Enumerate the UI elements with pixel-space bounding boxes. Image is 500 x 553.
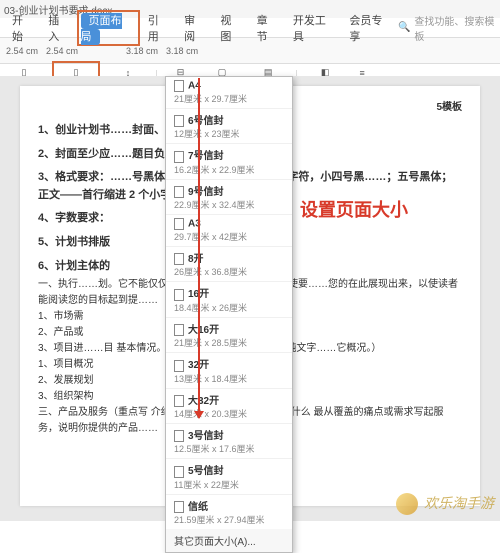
dropdown-item-10[interactable]: 3号信封 12.5厘米 x 17.6厘米 [166, 424, 292, 459]
menu-insert[interactable]: 插入 [40, 10, 76, 46]
menu-highlight-box: 页面布局 [77, 10, 140, 46]
page-icon [174, 501, 184, 513]
size-dim: 21厘米 x 29.7厘米 [174, 94, 247, 104]
search-icon: 🔍 [398, 22, 410, 33]
dropdown-item-9[interactable]: 大32开 14厘米 x 20.3厘米 [166, 389, 292, 424]
page-icon [174, 289, 184, 301]
page-icon [174, 360, 184, 372]
dropdown-item-6[interactable]: 16开18.4厘米 x 26厘米 [166, 282, 292, 317]
page-icon [174, 324, 184, 336]
page-icon [174, 253, 184, 265]
size-name: 7号信封 [188, 151, 224, 162]
watermark: 欢乐淘手游 [396, 493, 494, 515]
menu-page-layout[interactable]: 页面布局 [81, 13, 122, 45]
size-dim: 21厘米 x 28.5厘米 [174, 338, 247, 348]
search-placeholder: 查找功能、搜索模板 [414, 13, 496, 43]
size-dim: 29.7厘米 x 42厘米 [174, 232, 247, 242]
margin-left2[interactable]: 2.54 cm [46, 46, 78, 56]
menu-vip[interactable]: 会员专享 [341, 10, 398, 46]
menu-devtools[interactable]: 开发工具 [285, 10, 342, 46]
size-dim: 12.5厘米 x 17.6厘米 [174, 444, 255, 454]
size-dim: 12厘米 x 23厘米 [174, 129, 240, 139]
dropdown-more-sizes[interactable]: 其它页面大小(A)... [166, 529, 292, 552]
size-dim: 13厘米 x 18.4厘米 [174, 374, 247, 384]
menu-review[interactable]: 审阅 [176, 10, 212, 46]
size-dim: 16.2厘米 x 22.9厘米 [174, 165, 255, 175]
size-name: 大32开 [188, 396, 219, 407]
paper-size-dropdown: A421厘米 x 29.7厘米 6号信封 12厘米 x 23厘米 7号信封 16.2厘米… [165, 76, 293, 553]
size-name: 3号信封 [188, 431, 224, 442]
margin-right[interactable]: 3.18 cm [126, 46, 158, 56]
page-icon [174, 186, 184, 198]
watermark-text: 欢乐淘手游 [424, 495, 494, 511]
margin-right2[interactable]: 3.18 cm [166, 46, 198, 56]
size-name: 6号信封 [188, 116, 224, 127]
size-name: 信纸 [188, 502, 208, 513]
page-icon [174, 80, 184, 92]
margin-left[interactable]: 2.54 cm [6, 46, 38, 56]
annotation-text: 设置页面大小 [300, 196, 408, 222]
size-dim: 26厘米 x 36.8厘米 [174, 267, 247, 277]
page-icon [174, 430, 184, 442]
dropdown-item-3[interactable]: 9号信封 22.9厘米 x 32.4厘米 [166, 180, 292, 215]
menu-sections[interactable]: 章节 [249, 10, 285, 46]
dropdown-item-0[interactable]: A421厘米 x 29.7厘米 [166, 77, 292, 109]
size-name: 大16开 [188, 325, 219, 336]
size-name: 5号信封 [188, 466, 224, 477]
dropdown-item-12[interactable]: 信纸 21.59厘米 x 27.94厘米 [166, 495, 292, 529]
menu-bar: 开始 插入 页面布局 引用 审阅 视图 章节 开发工具 会员专享 🔍 查找功能、… [0, 18, 500, 38]
page-icon [174, 115, 184, 127]
search-area[interactable]: 🔍 查找功能、搜索模板 [398, 13, 496, 43]
dropdown-item-2[interactable]: 7号信封 16.2厘米 x 22.9厘米 [166, 144, 292, 179]
dropdown-item-1[interactable]: 6号信封 12厘米 x 23厘米 [166, 109, 292, 144]
page-icon [174, 466, 184, 478]
size-dim: 22.9厘米 x 32.4厘米 [174, 200, 255, 210]
menu-view[interactable]: 视图 [212, 10, 248, 46]
menu-references[interactable]: 引用 [140, 10, 176, 46]
size-name: 8开 [188, 254, 204, 265]
dropdown-item-5[interactable]: 8开 26厘米 x 36.8厘米 [166, 247, 292, 282]
size-dim: 14厘米 x 20.3厘米 [174, 409, 247, 419]
watermark-logo-icon [396, 493, 418, 515]
size-name: 9号信封 [188, 187, 224, 198]
size-dim: 21.59厘米 x 27.94厘米 [174, 515, 265, 525]
page-icon [174, 395, 184, 407]
dropdown-item-8[interactable]: 32开13厘米 x 18.4厘米 [166, 353, 292, 388]
menu-start[interactable]: 开始 [4, 10, 40, 46]
size-dim: 11厘米 x 22厘米 [174, 480, 239, 490]
dropdown-item-4[interactable]: A329.7厘米 x 42厘米 [166, 215, 292, 247]
annotation-arrow [198, 78, 200, 418]
dropdown-item-11[interactable]: 5号信封 11厘米 x 22厘米 [166, 459, 292, 494]
page-icon [174, 151, 184, 163]
dropdown-item-7[interactable]: 大16开 21厘米 x 28.5厘米 [166, 318, 292, 353]
size-dim: 18.4厘米 x 26厘米 [174, 303, 247, 313]
page-icon [174, 218, 184, 230]
